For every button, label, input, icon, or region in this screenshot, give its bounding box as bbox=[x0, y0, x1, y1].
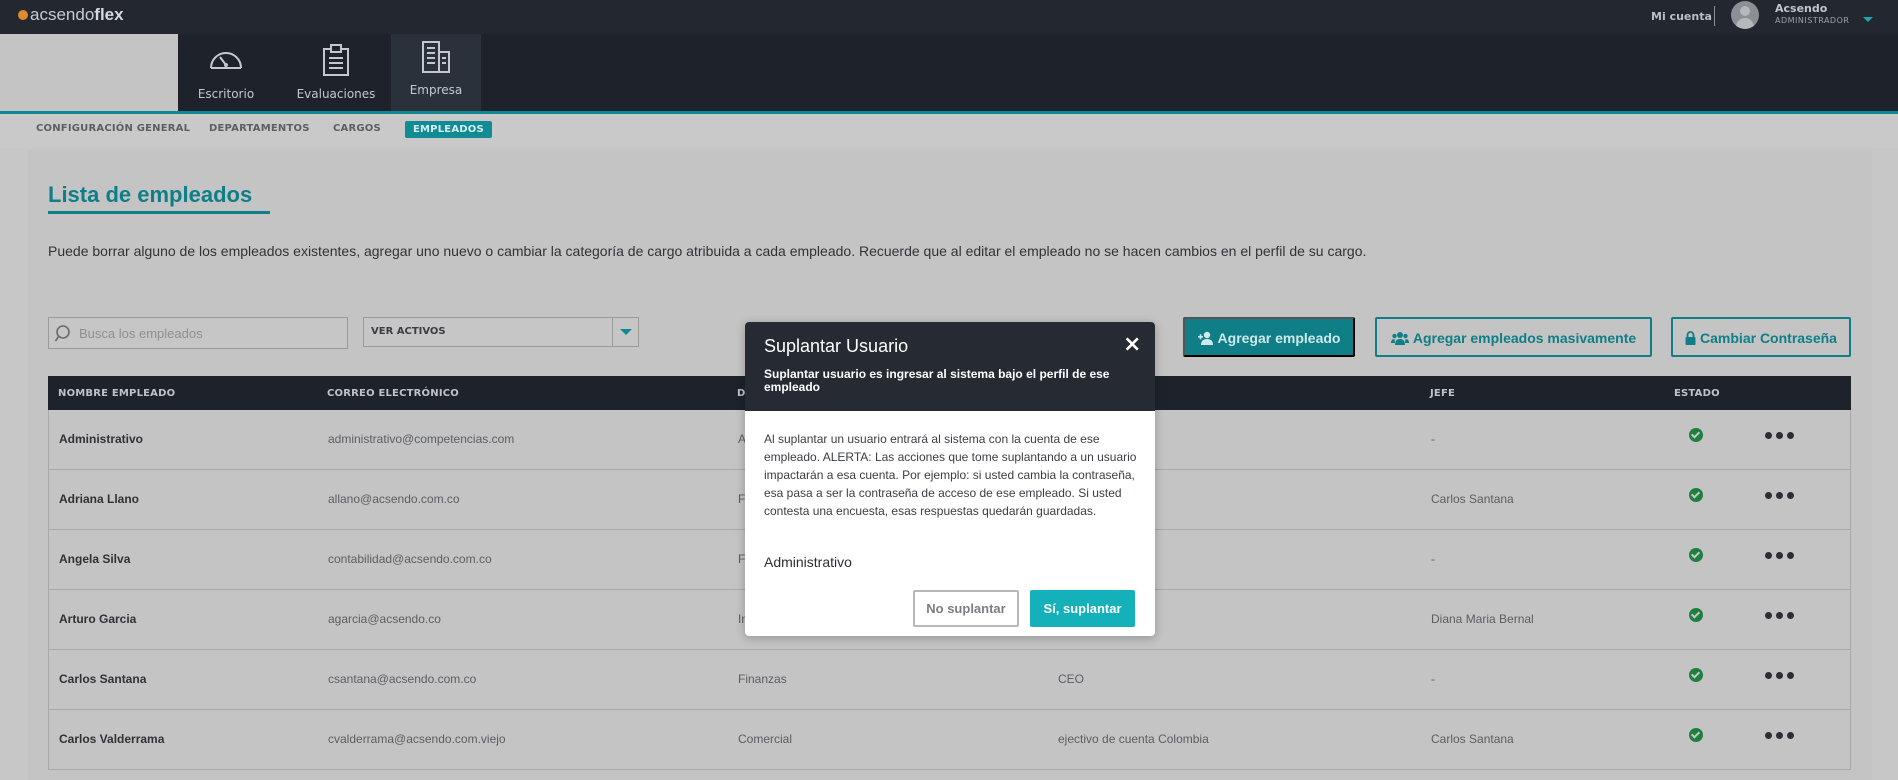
employee-department: Comercial bbox=[738, 732, 793, 746]
employee-role: ejectivo de cuenta Colombia bbox=[1058, 732, 1209, 746]
user-name[interactable]: Acsendo bbox=[1775, 2, 1827, 15]
more-options-icon[interactable] bbox=[1765, 672, 1795, 682]
dialog-body: Al suplantar un usuario entrará al siste… bbox=[764, 432, 1137, 518]
column-header-name[interactable]: NOMBRE EMPLEADO bbox=[58, 388, 175, 399]
nav-label: Empresa bbox=[409, 83, 463, 97]
lock-icon bbox=[1685, 331, 1696, 345]
logo-marker-icon bbox=[18, 10, 28, 20]
active-status-icon bbox=[1689, 608, 1703, 622]
table-row[interactable]: Carlos Valderrama cvalderrama@acsendo.co… bbox=[48, 710, 1851, 770]
employee-name[interactable]: Administrativo bbox=[59, 432, 143, 446]
more-options-icon[interactable] bbox=[1765, 432, 1795, 442]
nav-blank-area bbox=[0, 34, 178, 111]
employee-boss: Diana Maria Bernal bbox=[1431, 612, 1534, 626]
nav-item-evaluaciones[interactable]: Evaluaciones bbox=[286, 34, 386, 111]
users-icon bbox=[1390, 332, 1409, 345]
active-status-icon bbox=[1689, 488, 1703, 502]
employee-email: agarcia@acsendo.co bbox=[328, 612, 441, 626]
employee-name[interactable]: Carlos Santana bbox=[59, 672, 146, 686]
speedometer-icon bbox=[210, 52, 242, 69]
employee-boss: Carlos Santana bbox=[1431, 732, 1514, 746]
tab-configuracion-general[interactable]: CONFIGURACIÓN GENERAL bbox=[36, 123, 190, 134]
employee-email: csantana@acsendo.com.co bbox=[328, 672, 477, 686]
column-header-email[interactable]: CORREO ELECTRÓNICO bbox=[327, 388, 459, 399]
user-role: ADMINISTRADOR bbox=[1775, 16, 1850, 25]
employee-name[interactable]: Angela Silva bbox=[59, 552, 130, 566]
logo[interactable]: acsendoflex bbox=[18, 5, 124, 25]
status-filter-select[interactable]: VER ACTIVOS bbox=[363, 317, 639, 347]
bulk-add-employees-button[interactable]: Agregar empleados masivamente bbox=[1375, 317, 1652, 357]
nav-label: Escritorio bbox=[197, 87, 255, 101]
table-row[interactable]: Carlos Santana csantana@acsendo.com.co F… bbox=[48, 650, 1851, 710]
search-input[interactable] bbox=[79, 323, 339, 343]
confirm-impersonate-button[interactable]: Sí, suplantar bbox=[1030, 590, 1135, 627]
more-options-icon[interactable] bbox=[1765, 612, 1795, 622]
close-icon[interactable]: × bbox=[1123, 332, 1141, 357]
active-status-icon bbox=[1689, 728, 1703, 742]
dialog-subtitle: Suplantar usuario es ingresar al sistema… bbox=[764, 367, 1110, 394]
dialog-title: Suplantar Usuario bbox=[764, 336, 909, 356]
main-nav: Escritorio Evaluaciones Empresa bbox=[0, 34, 1898, 111]
avatar[interactable] bbox=[1731, 1, 1759, 29]
employee-boss: - bbox=[1431, 672, 1435, 686]
page-description: Puede borrar alguno de los empleados exi… bbox=[48, 243, 1367, 259]
more-options-icon[interactable] bbox=[1765, 552, 1795, 562]
employee-email: administrativo@competencias.com bbox=[328, 432, 515, 446]
building-icon bbox=[422, 41, 450, 73]
column-header-status[interactable]: ESTADO bbox=[1674, 388, 1720, 399]
nav-item-escritorio[interactable]: Escritorio bbox=[178, 34, 274, 111]
employee-name[interactable]: Adriana Llano bbox=[59, 492, 139, 506]
my-account-link[interactable]: Mi cuenta bbox=[1651, 10, 1712, 23]
impersonate-user-dialog: Suplantar Usuario × Suplantar usuario es… bbox=[745, 322, 1155, 636]
column-header-boss[interactable]: JEFE bbox=[1430, 388, 1455, 399]
add-user-icon bbox=[1197, 331, 1213, 345]
employee-name[interactable]: Carlos Valderrama bbox=[59, 732, 164, 746]
employee-boss: - bbox=[1431, 552, 1435, 566]
tab-cargos[interactable]: CARGOS bbox=[333, 123, 381, 134]
change-password-button[interactable]: Cambiar Contraseña bbox=[1671, 317, 1851, 357]
nav-item-empresa[interactable]: Empresa bbox=[391, 34, 481, 111]
active-status-icon bbox=[1689, 428, 1703, 442]
search-icon bbox=[55, 325, 70, 342]
dialog-header: Suplantar Usuario × Suplantar usuario es… bbox=[745, 322, 1155, 411]
sub-nav: CONFIGURACIÓN GENERAL DEPARTAMENTOS CARG… bbox=[0, 114, 1898, 148]
employee-role: CEO bbox=[1058, 672, 1085, 686]
divider bbox=[1714, 6, 1715, 26]
employee-boss: Carlos Santana bbox=[1431, 492, 1514, 506]
active-status-icon bbox=[1689, 668, 1703, 682]
chevron-down-icon[interactable] bbox=[1863, 17, 1873, 22]
employee-boss: - bbox=[1431, 432, 1435, 446]
add-employee-button[interactable]: Agregar empleado bbox=[1183, 317, 1355, 357]
impersonated-user-name: Administrativo bbox=[764, 554, 852, 570]
active-status-icon bbox=[1689, 548, 1703, 562]
employee-email: cvalderrama@acsendo.com.viejo bbox=[328, 732, 506, 746]
filter-value: VER ACTIVOS bbox=[371, 326, 446, 337]
employee-department: Finanzas bbox=[738, 672, 787, 686]
top-bar: acsendoflex Mi cuenta Acsendo ADMINISTRA… bbox=[0, 0, 1898, 34]
employee-email: allano@acsendo.com.co bbox=[328, 492, 460, 506]
tab-departamentos[interactable]: DEPARTAMENTOS bbox=[209, 123, 310, 134]
clipboard-icon bbox=[323, 44, 349, 76]
more-options-icon[interactable] bbox=[1765, 732, 1795, 742]
cancel-button[interactable]: No suplantar bbox=[913, 590, 1019, 627]
more-options-icon[interactable] bbox=[1765, 492, 1795, 502]
chevron-down-icon[interactable] bbox=[612, 318, 638, 346]
employee-name[interactable]: Arturo Garcia bbox=[59, 612, 136, 626]
tab-empleados[interactable]: EMPLEADOS bbox=[405, 121, 492, 138]
employee-email: contabilidad@acsendo.com.co bbox=[328, 552, 492, 566]
nav-label: Evaluaciones bbox=[296, 87, 376, 101]
title-underline bbox=[48, 211, 270, 214]
page-title: Lista de empleados bbox=[48, 182, 253, 207]
search-box bbox=[48, 317, 348, 349]
